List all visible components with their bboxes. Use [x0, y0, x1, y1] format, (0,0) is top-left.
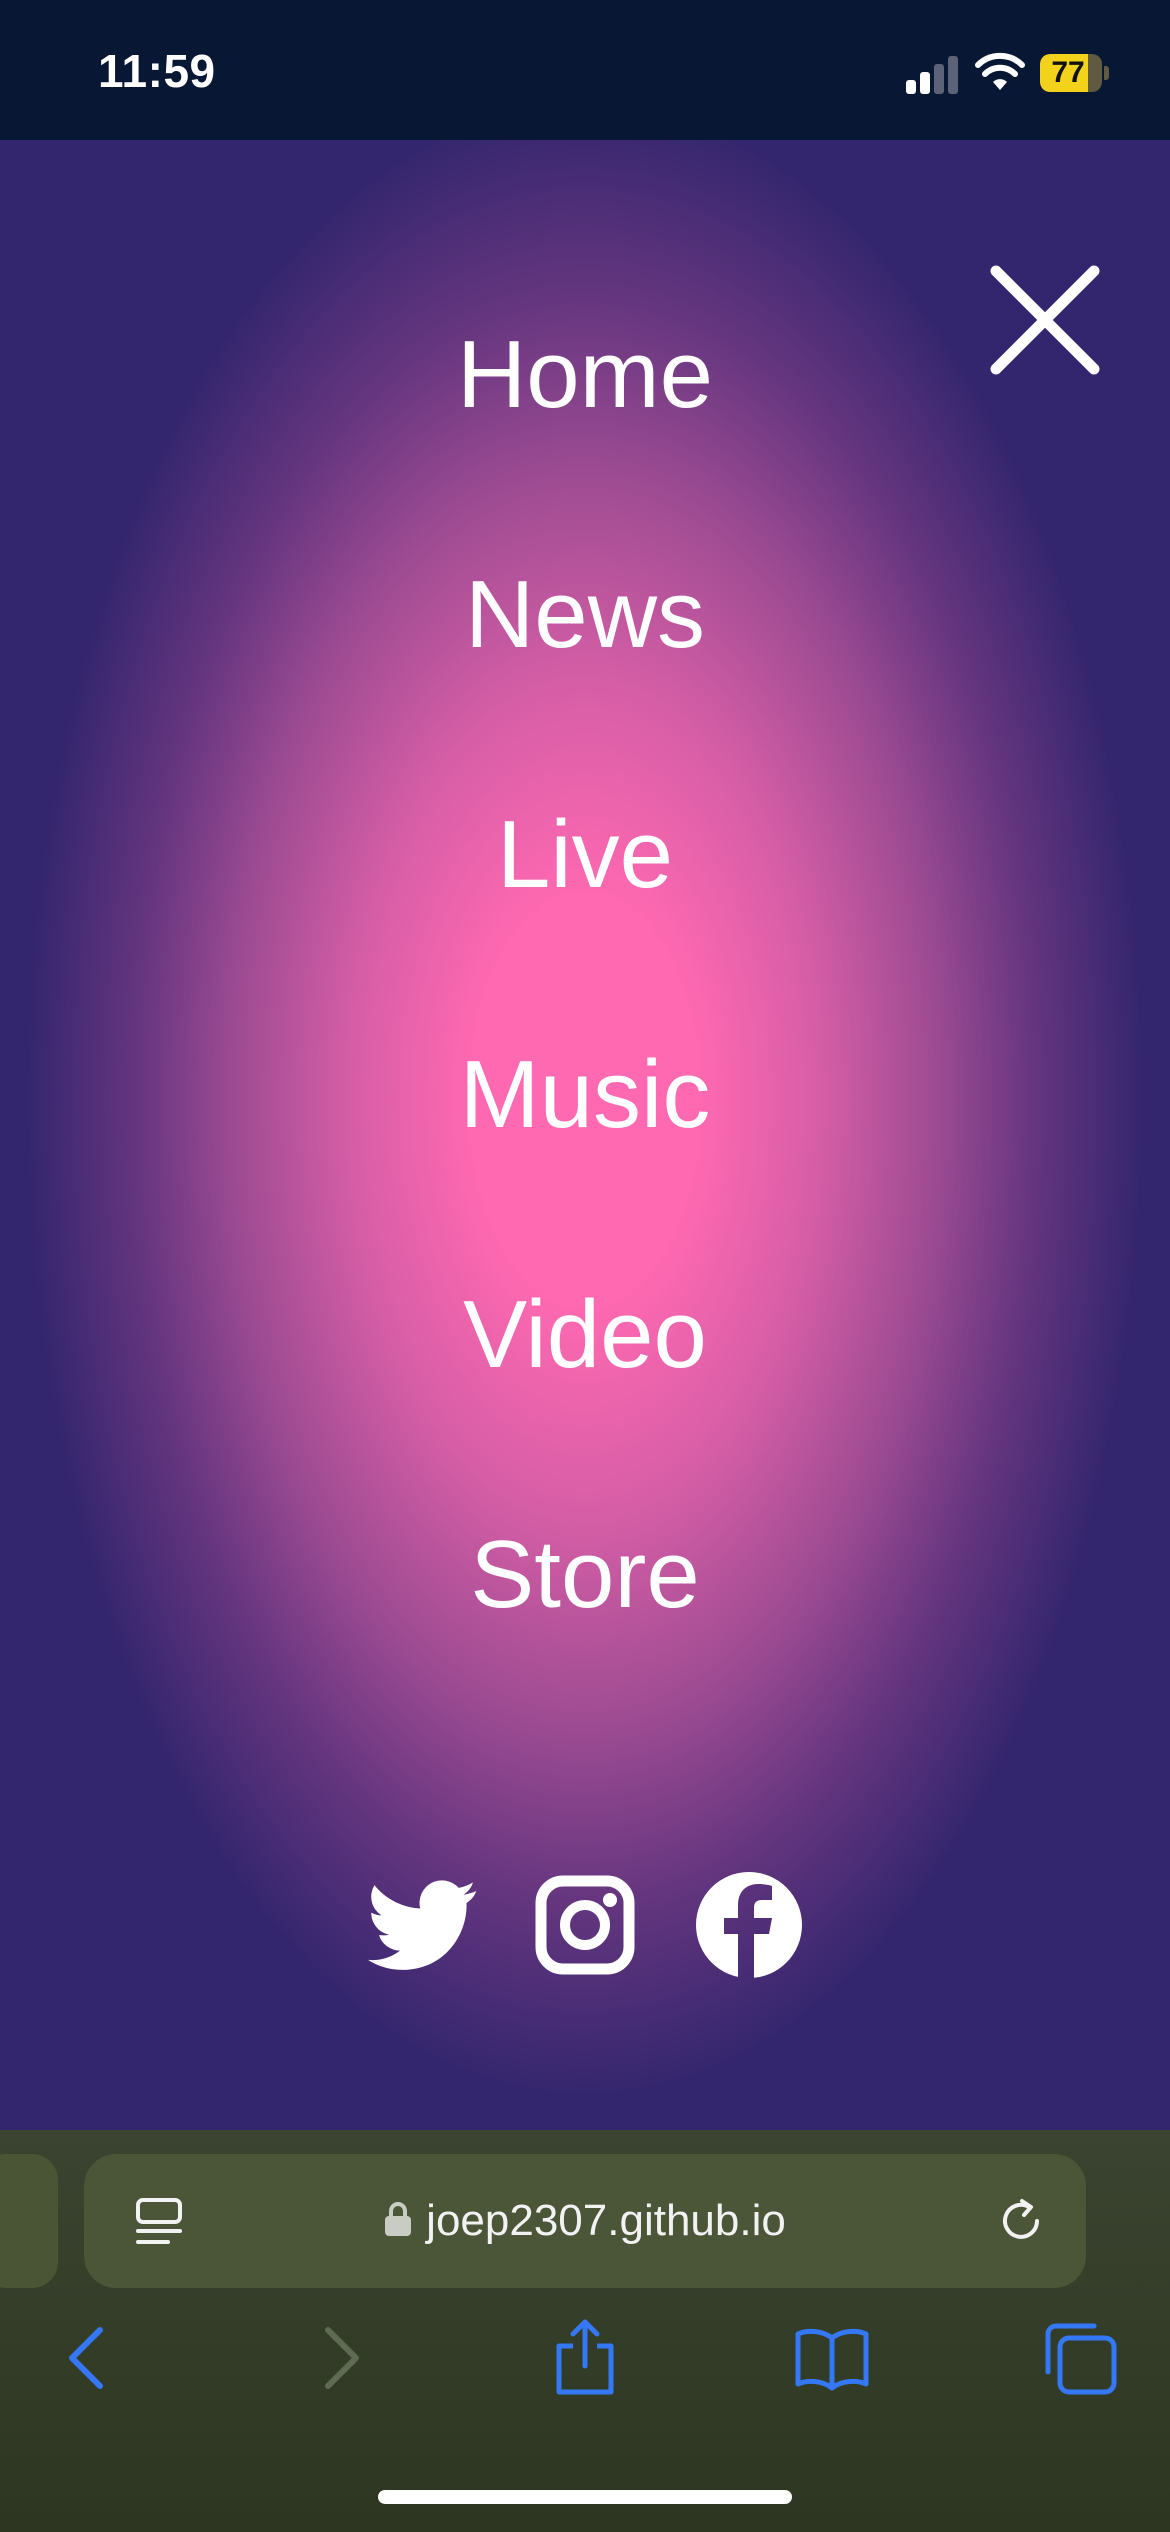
wifi-icon [975, 52, 1025, 90]
previous-tab-preview[interactable] [0, 2154, 58, 2288]
twitter-icon[interactable] [368, 1870, 478, 1980]
menu-item-live[interactable]: Live [0, 775, 1170, 1015]
share-icon[interactable] [545, 2318, 625, 2398]
screen: 11:59 77 Home News Live Music Video Stor… [0, 0, 1170, 2532]
navigation-menu-overlay: Home News Live Music Video Store [0, 140, 1170, 2130]
lock-icon [385, 2202, 412, 2237]
back-icon[interactable] [48, 2318, 128, 2398]
menu-list: Home News Live Music Video Store [0, 295, 1170, 1735]
facebook-icon[interactable] [694, 1870, 804, 1980]
status-bar: 11:59 77 [0, 0, 1170, 140]
bookmarks-icon[interactable] [792, 2318, 872, 2398]
menu-item-home[interactable]: Home [0, 295, 1170, 535]
home-indicator[interactable] [378, 2490, 792, 2504]
social-links [0, 1870, 1170, 1980]
instagram-icon[interactable] [530, 1870, 640, 1980]
status-time: 11:59 [98, 45, 216, 97]
menu-item-video[interactable]: Video [0, 1255, 1170, 1495]
cellular-signal-icon [906, 54, 962, 94]
url-display[interactable]: joep2307.github.io [84, 2154, 1086, 2288]
menu-item-music[interactable]: Music [0, 1015, 1170, 1255]
battery-icon: 77 [1040, 54, 1109, 92]
tabs-icon[interactable] [1040, 2318, 1120, 2398]
battery-level: 77 [1051, 56, 1085, 89]
reload-icon[interactable] [996, 2196, 1046, 2246]
menu-item-store[interactable]: Store [0, 1495, 1170, 1735]
forward-icon[interactable] [300, 2318, 380, 2398]
menu-item-news[interactable]: News [0, 535, 1170, 775]
url-text: joep2307.github.io [426, 2196, 786, 2245]
address-bar[interactable]: joep2307.github.io [84, 2154, 1086, 2288]
